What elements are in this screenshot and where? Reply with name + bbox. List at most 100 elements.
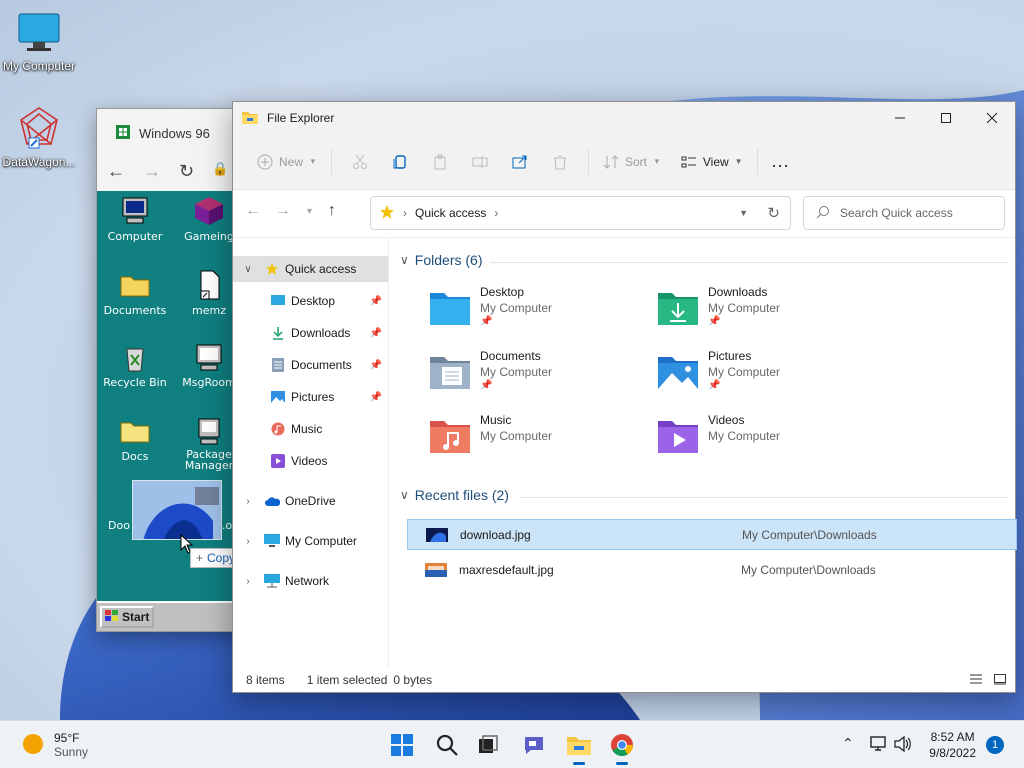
system-clock[interactable]: 8:52 AM 9/8/2022: [929, 729, 976, 761]
volume-icon[interactable]: [894, 735, 912, 755]
folder-name: Pictures: [708, 349, 752, 363]
scissors-icon: [352, 154, 367, 169]
start-button[interactable]: [386, 729, 418, 761]
recent-file-row[interactable]: maxresdefault.jpg My Computer\Downloads: [407, 554, 1017, 585]
copy-button[interactable]: [380, 146, 420, 178]
sidebar-item-documents[interactable]: Documents 📌: [233, 352, 388, 378]
folder-name: Music: [480, 413, 512, 427]
share-button[interactable]: [500, 146, 540, 178]
rename-button[interactable]: [460, 146, 500, 178]
delete-button[interactable]: [540, 146, 580, 178]
pin-icon: 📌: [369, 391, 382, 403]
recent-file-row[interactable]: download.jpg My Computer\Downloads: [407, 519, 1017, 550]
reload-icon[interactable]: ↻: [179, 161, 194, 182]
folders-section-header[interactable]: ∨ Folders (6): [400, 252, 482, 268]
file-explorer-window[interactable]: File Explorer New ▼ Sort ▼ View ▼ ... ← …: [232, 101, 1017, 693]
pin-icon: 📌: [369, 359, 382, 371]
chevron-down-icon: ▼: [652, 157, 661, 166]
sidebar-item-label: Quick access: [285, 262, 357, 276]
title-bar[interactable]: File Explorer: [233, 102, 1015, 134]
task-view-button[interactable]: [472, 729, 504, 761]
win96-icon-recycle-bin[interactable]: Recycle Bin: [103, 341, 167, 389]
sidebar-item-quick-access[interactable]: ∨ Quick access: [233, 256, 388, 282]
network-status-icon[interactable]: [870, 736, 888, 755]
lock-icon: 🔒: [212, 161, 229, 176]
chevron-down-icon: ▼: [309, 157, 317, 166]
back-arrow-icon[interactable]: ←: [107, 161, 125, 182]
chevron-down-icon: ∨: [400, 253, 409, 267]
status-size: 0 bytes: [393, 673, 433, 687]
browser-tab[interactable]: Windows 96: [105, 119, 245, 147]
folder-card-downloads[interactable]: Downloads My Computer 📌: [656, 285, 884, 341]
recent-locations-chevron-icon[interactable]: ▼: [305, 206, 314, 216]
new-button[interactable]: New ▼: [251, 146, 323, 178]
task-view-icon: [479, 735, 498, 753]
recent-file-name: maxresdefault.jpg: [459, 562, 554, 577]
forward-arrow-icon[interactable]: →: [143, 161, 161, 182]
address-location: Quick access: [415, 206, 487, 220]
sidebar-item-pictures[interactable]: Pictures 📌: [233, 384, 388, 410]
back-arrow-icon[interactable]: ←: [245, 202, 261, 220]
computer-icon: [122, 197, 148, 224]
maximize-button[interactable]: [923, 102, 969, 134]
copy-tooltip-label: Copy: [207, 551, 236, 565]
sidebar-item-desktop[interactable]: Desktop 📌: [233, 288, 388, 314]
recent-section-header[interactable]: ∨ Recent files (2): [400, 487, 509, 503]
show-hidden-icons-chevron-icon[interactable]: ⌃: [842, 735, 854, 752]
sidebar-item-music[interactable]: Music: [233, 416, 388, 442]
win96-icon-docs[interactable]: Docs: [103, 415, 167, 463]
desktop-icon-label: My Computer: [2, 59, 76, 73]
pin-icon: 📌: [369, 295, 382, 307]
sidebar-item-downloads[interactable]: Downloads 📌: [233, 320, 388, 346]
sort-icon: [603, 154, 619, 169]
search-input[interactable]: Search Quick access: [803, 196, 1005, 230]
sidebar-item-videos[interactable]: Videos: [233, 448, 388, 474]
folder-card-pictures[interactable]: Pictures My Computer 📌: [656, 349, 884, 405]
win96-icon-computer[interactable]: Computer: [103, 195, 167, 243]
status-bar: 8 items 1 item selected 0 bytes: [233, 668, 1015, 692]
more-options-button[interactable]: ...: [766, 146, 796, 178]
chrome-taskbar-button[interactable]: [606, 729, 638, 765]
chevron-right-icon[interactable]: ›: [241, 536, 255, 547]
forward-arrow-icon[interactable]: →: [275, 202, 291, 220]
chevron-right-icon[interactable]: ›: [241, 576, 255, 587]
sidebar-item-my-computer[interactable]: › My Computer: [233, 528, 388, 554]
view-button[interactable]: View ▼: [675, 146, 749, 178]
sort-button[interactable]: Sort ▼: [597, 146, 667, 178]
weather-widget[interactable]: 95°F Sunny: [22, 731, 88, 759]
datawagon-logo-icon: [0, 106, 78, 153]
toolbar-divider: [587, 148, 589, 175]
win96-start-button[interactable]: Start: [100, 606, 154, 628]
sidebar-item-network[interactable]: › Network: [233, 568, 388, 594]
cut-button[interactable]: [340, 146, 380, 178]
close-button[interactable]: [969, 102, 1015, 134]
sidebar-item-onedrive[interactable]: › OneDrive: [233, 488, 388, 514]
folder-card-music[interactable]: Music My Computer: [428, 413, 656, 469]
address-history-chevron-icon[interactable]: ▼: [739, 208, 748, 218]
desktop-icon-my-computer[interactable]: My Computer: [0, 10, 78, 73]
details-view-icon[interactable]: [969, 672, 983, 689]
chevron-down-icon[interactable]: ∨: [241, 264, 255, 275]
address-bar[interactable]: › Quick access › ▼ ↻: [370, 196, 791, 230]
desktop-icon-datawagon[interactable]: DataWagon...: [0, 106, 78, 169]
clock-date: 9/8/2022: [929, 746, 976, 760]
chevron-right-icon[interactable]: ›: [241, 496, 255, 507]
up-arrow-icon[interactable]: ↑: [328, 202, 336, 220]
win96-icon-documents[interactable]: Documents: [103, 269, 167, 317]
refresh-icon[interactable]: ↻: [767, 204, 780, 222]
sidebar-item-label: Pictures: [291, 390, 335, 404]
file-explorer-taskbar-button[interactable]: [563, 729, 595, 765]
chevron-down-icon: ∨: [400, 488, 409, 502]
folder-card-videos[interactable]: Videos My Computer: [656, 413, 884, 469]
tiles-view-icon[interactable]: [993, 672, 1007, 689]
sidebar-item-label: Downloads: [291, 326, 351, 340]
star-icon: [379, 204, 395, 223]
minimize-button[interactable]: [877, 102, 923, 134]
notification-badge[interactable]: 1: [986, 736, 1004, 754]
paste-button[interactable]: [420, 146, 460, 178]
document-icon: [269, 356, 287, 374]
chat-app-button[interactable]: [518, 729, 550, 761]
taskbar-search-button[interactable]: [431, 729, 463, 761]
folder-card-desktop[interactable]: Desktop My Computer 📌: [428, 285, 656, 341]
folder-card-documents[interactable]: Documents My Computer 📌: [428, 349, 656, 405]
